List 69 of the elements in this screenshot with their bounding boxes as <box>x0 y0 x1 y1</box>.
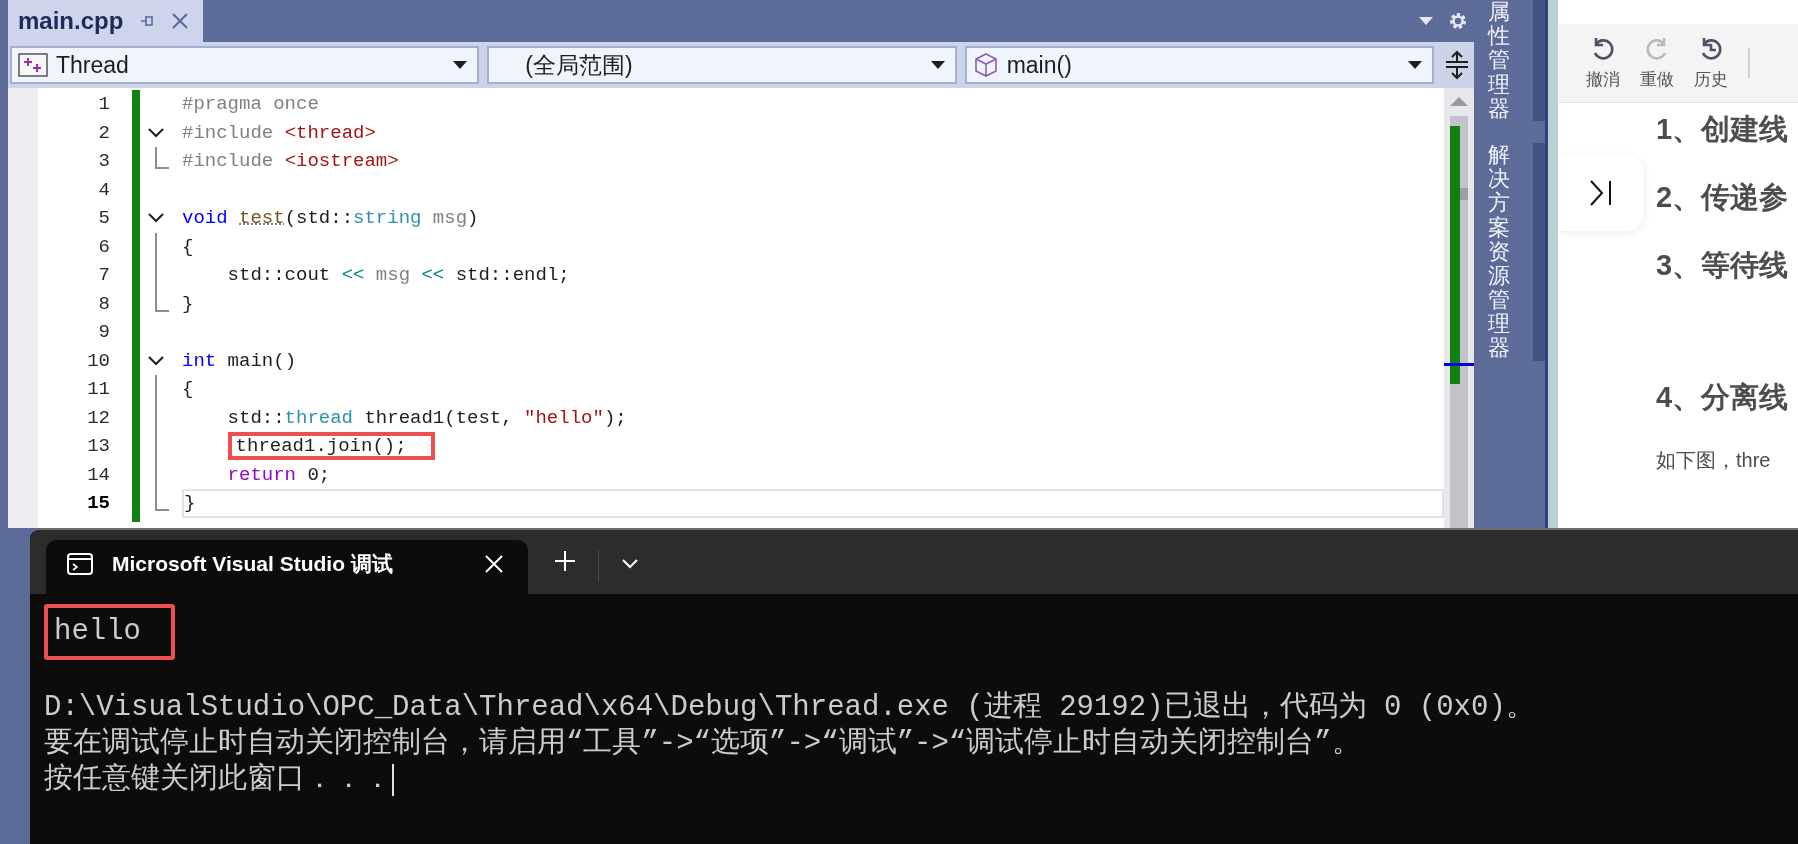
caret-icon <box>1408 61 1422 69</box>
code-line: #include <iostream> <box>182 149 399 174</box>
code-line: #include <thread> <box>182 120 376 146</box>
navigation-dropdown[interactable]: (全局范围) <box>487 46 957 84</box>
dropdown-value: main() <box>1006 51 1073 79</box>
scroll-up-icon[interactable] <box>1450 96 1468 106</box>
cube-icon <box>972 52 999 78</box>
line-number: 15 <box>86 491 110 516</box>
chevron-down-icon[interactable] <box>621 558 639 570</box>
code-line: } <box>182 291 194 317</box>
dropdown-icon[interactable] <box>1418 16 1434 26</box>
code-line: #pragma once <box>182 92 319 117</box>
fold-end-marker <box>155 289 169 312</box>
console-tab[interactable]: Microsoft Visual Studio 调试 <box>46 540 528 594</box>
navigation-dropdown[interactable]: Thread <box>10 46 480 84</box>
caret-icon <box>930 61 945 69</box>
line-number: 10 <box>86 348 110 374</box>
pin-icon[interactable] <box>139 13 156 29</box>
toolbar-button[interactable]: 历史 <box>1694 35 1728 91</box>
console-output-line: 要在调试停止时自动关闭控制台，请启用“工具”->“选项”->“调试”->“调试停止时自动关闭控制台”。 <box>44 726 1361 762</box>
project-icon <box>18 53 48 77</box>
toolbar-button[interactable]: 撤消 <box>1586 35 1620 91</box>
fold-end-marker <box>155 489 169 511</box>
article-heading: 4、分离线 <box>1656 380 1790 415</box>
article-heading: 1、创建线 <box>1656 112 1790 147</box>
scroll-thumb[interactable] <box>1460 188 1468 200</box>
code-line: std::thread thread1(test, "hello"); <box>227 405 627 431</box>
collapse-icon[interactable] <box>148 213 164 224</box>
code-line: } <box>184 491 196 516</box>
line-number: 12 <box>86 405 110 431</box>
line-number: 2 <box>97 120 110 146</box>
terminal-icon <box>66 552 94 576</box>
line-number: 14 <box>86 462 110 488</box>
navigation-dropdown[interactable]: main() <box>964 46 1434 84</box>
article-paragraph: 如下图，thre <box>1656 448 1772 473</box>
fold-end-marker <box>155 147 169 169</box>
settings-icon[interactable] <box>1448 11 1468 31</box>
line-number: 13 <box>86 434 110 459</box>
line-number: 11 <box>86 377 110 402</box>
article-heading: 3、等待线 <box>1656 248 1790 283</box>
dropdown-value: (全局范围) <box>524 50 634 80</box>
code-line: { <box>182 377 194 402</box>
console-output-line: 按任意键关闭此窗口．．． <box>44 764 394 796</box>
line-number: 8 <box>97 291 110 317</box>
line-number: 1 <box>97 92 110 117</box>
caret-position-marker <box>1444 363 1474 366</box>
vertical-scrollbar[interactable] <box>1444 88 1474 528</box>
new-tab-icon[interactable] <box>554 550 576 572</box>
line-number: 4 <box>97 177 110 203</box>
file-tab[interactable]: main.cpp <box>8 0 204 42</box>
collapse-icon[interactable] <box>148 127 164 138</box>
article-heading: 2、传递参 <box>1656 180 1790 215</box>
code-line: { <box>182 234 194 260</box>
dropdown-value: Thread <box>56 51 130 79</box>
console-output-line: D:\VisualStudio\OPC_Data\Thread\x64\Debug\Thread.exe (进程 29192)已退出，代码为 0 (0x0)。 <box>44 690 1535 726</box>
code-line: std::cout << msg << std::endl; <box>227 263 570 288</box>
collapse-icon[interactable] <box>148 355 164 366</box>
collapse-icon <box>1588 178 1614 208</box>
line-number: 5 <box>97 206 110 231</box>
code-line: int main() <box>182 348 297 374</box>
file-tab-label[interactable]: main.cpp <box>18 7 124 35</box>
line-number: 7 <box>97 263 110 288</box>
code-line: return 0; <box>227 462 331 488</box>
line-number: 6 <box>97 234 110 260</box>
code-line: void test(std::string msg) <box>182 206 479 231</box>
line-number: 9 <box>97 320 110 345</box>
line-number: 3 <box>97 149 110 174</box>
caret-icon <box>453 61 468 69</box>
console-tab-title[interactable]: Microsoft Visual Studio 调试 <box>112 550 466 578</box>
